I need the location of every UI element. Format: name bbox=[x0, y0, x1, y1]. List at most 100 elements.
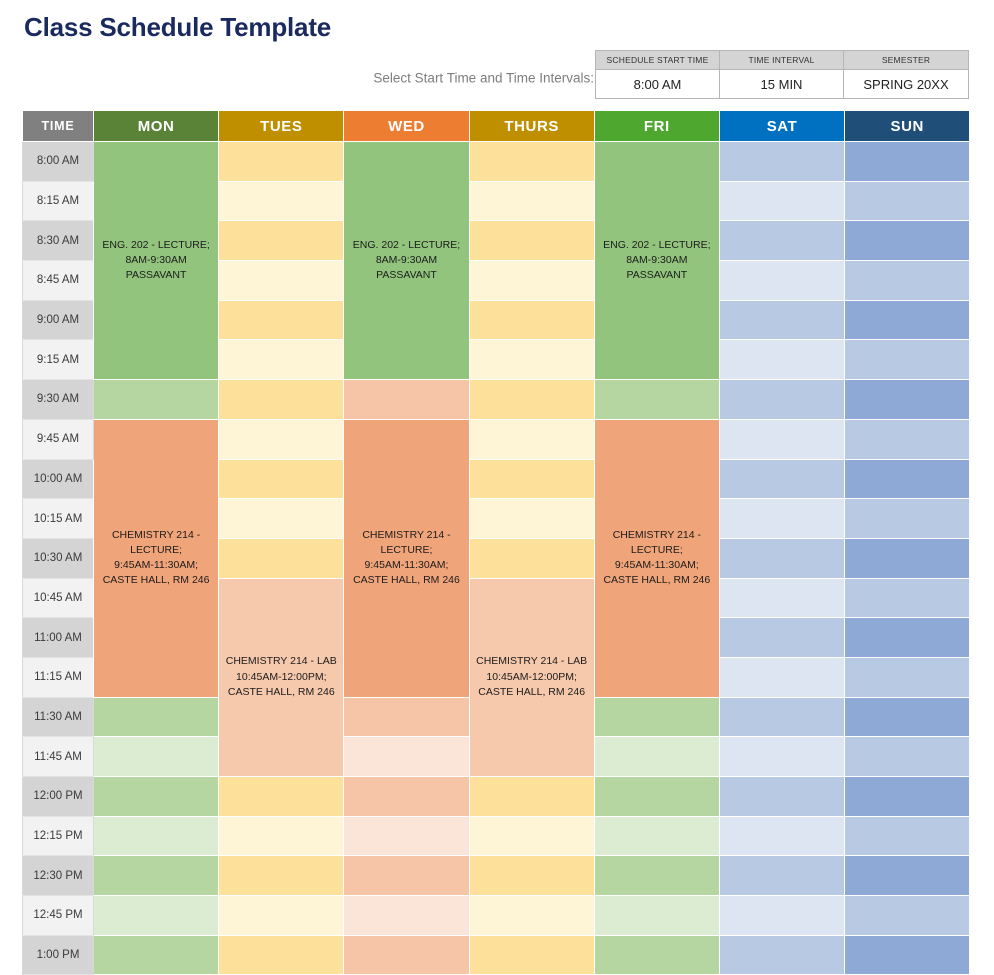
schedule-cell-sun-18[interactable] bbox=[844, 855, 971, 897]
schedule-cell-tues-2[interactable] bbox=[218, 220, 345, 262]
schedule-cell-sun-4[interactable] bbox=[844, 299, 971, 341]
schedule-cell-thurs-20[interactable] bbox=[468, 934, 595, 975]
schedule-cell-wed-16[interactable] bbox=[343, 776, 470, 817]
event-block-chem214-lec-wed[interactable]: CHEMISTRY 214 - LECTURE; 9:45AM-11:30AM;… bbox=[343, 418, 470, 698]
event-block-chem214-lab-tues[interactable]: CHEMISTRY 214 - LAB 10:45AM-12:00PM; CAS… bbox=[218, 577, 345, 778]
event-block-chem214-lab-thurs[interactable]: CHEMISTRY 214 - LAB 10:45AM-12:00PM; CAS… bbox=[468, 577, 595, 778]
schedule-cell-tues-4[interactable] bbox=[218, 299, 345, 341]
schedule-cell-mon-16[interactable] bbox=[92, 776, 220, 817]
schedule-cell-tues-20[interactable] bbox=[218, 934, 345, 975]
schedule-cell-sat-13[interactable] bbox=[718, 656, 846, 698]
schedule-cell-wed-15[interactable] bbox=[343, 736, 470, 777]
schedule-cell-mon-14[interactable] bbox=[92, 696, 220, 738]
schedule-cell-mon-15[interactable] bbox=[92, 736, 220, 777]
schedule-cell-mon-18[interactable] bbox=[92, 855, 220, 897]
schedule-cell-tues-0[interactable] bbox=[218, 141, 345, 182]
schedule-cell-mon-17[interactable] bbox=[92, 815, 220, 857]
schedule-cell-sun-12[interactable] bbox=[844, 617, 971, 658]
schedule-cell-tues-3[interactable] bbox=[218, 260, 345, 301]
schedule-cell-thurs-8[interactable] bbox=[468, 458, 595, 500]
schedule-cell-thurs-17[interactable] bbox=[468, 815, 595, 857]
schedule-cell-tues-6[interactable] bbox=[218, 379, 345, 420]
schedule-cell-sun-20[interactable] bbox=[844, 934, 971, 975]
schedule-cell-wed-18[interactable] bbox=[343, 855, 470, 897]
schedule-cell-thurs-9[interactable] bbox=[468, 498, 595, 539]
schedule-cell-sat-20[interactable] bbox=[718, 934, 846, 975]
schedule-cell-thurs-1[interactable] bbox=[468, 180, 595, 222]
schedule-cell-sun-9[interactable] bbox=[844, 498, 971, 539]
schedule-cell-thurs-16[interactable] bbox=[468, 776, 595, 817]
schedule-cell-sun-6[interactable] bbox=[844, 379, 971, 420]
schedule-cell-sat-11[interactable] bbox=[718, 577, 846, 619]
schedule-cell-tues-8[interactable] bbox=[218, 458, 345, 500]
schedule-cell-sat-7[interactable] bbox=[718, 418, 846, 460]
schedule-cell-sun-7[interactable] bbox=[844, 418, 971, 460]
schedule-cell-sun-17[interactable] bbox=[844, 815, 971, 857]
schedule-cell-sun-5[interactable] bbox=[844, 339, 971, 381]
schedule-cell-wed-6[interactable] bbox=[343, 379, 470, 420]
schedule-cell-sat-19[interactable] bbox=[718, 895, 846, 936]
schedule-cell-sat-5[interactable] bbox=[718, 339, 846, 381]
schedule-cell-sat-3[interactable] bbox=[718, 260, 846, 301]
schedule-cell-thurs-5[interactable] bbox=[468, 339, 595, 381]
schedule-cell-sat-17[interactable] bbox=[718, 815, 846, 857]
schedule-cell-sat-8[interactable] bbox=[718, 458, 846, 500]
schedule-cell-sun-3[interactable] bbox=[844, 260, 971, 301]
schedule-cell-fri-6[interactable] bbox=[593, 379, 720, 420]
schedule-cell-fri-19[interactable] bbox=[593, 895, 720, 936]
schedule-cell-tues-7[interactable] bbox=[218, 418, 345, 460]
schedule-cell-tues-18[interactable] bbox=[218, 855, 345, 897]
schedule-cell-tues-17[interactable] bbox=[218, 815, 345, 857]
schedule-cell-sun-1[interactable] bbox=[844, 180, 971, 222]
schedule-cell-sat-12[interactable] bbox=[718, 617, 846, 658]
schedule-cell-mon-19[interactable] bbox=[92, 895, 220, 936]
schedule-cell-thurs-7[interactable] bbox=[468, 418, 595, 460]
schedule-cell-fri-20[interactable] bbox=[593, 934, 720, 975]
schedule-cell-thurs-2[interactable] bbox=[468, 220, 595, 262]
schedule-cell-tues-10[interactable] bbox=[218, 537, 345, 579]
schedule-cell-tues-9[interactable] bbox=[218, 498, 345, 539]
event-block-eng202-fri[interactable]: ENG. 202 - LECTURE; 8AM-9:30AM PASSAVANT bbox=[593, 140, 720, 381]
schedule-cell-sat-16[interactable] bbox=[718, 776, 846, 817]
schedule-cell-sun-15[interactable] bbox=[844, 736, 971, 777]
schedule-cell-fri-16[interactable] bbox=[593, 776, 720, 817]
schedule-cell-thurs-6[interactable] bbox=[468, 379, 595, 420]
schedule-cell-wed-14[interactable] bbox=[343, 696, 470, 738]
schedule-cell-sat-10[interactable] bbox=[718, 537, 846, 579]
schedule-cell-fri-14[interactable] bbox=[593, 696, 720, 738]
event-block-eng202-mon[interactable]: ENG. 202 - LECTURE; 8AM-9:30AM PASSAVANT bbox=[92, 140, 220, 381]
schedule-cell-sat-14[interactable] bbox=[718, 696, 846, 738]
schedule-cell-sat-4[interactable] bbox=[718, 299, 846, 341]
schedule-cell-thurs-19[interactable] bbox=[468, 895, 595, 936]
schedule-cell-sat-1[interactable] bbox=[718, 180, 846, 222]
schedule-cell-sun-8[interactable] bbox=[844, 458, 971, 500]
schedule-cell-mon-20[interactable] bbox=[92, 934, 220, 975]
schedule-cell-sat-6[interactable] bbox=[718, 379, 846, 420]
schedule-cell-thurs-10[interactable] bbox=[468, 537, 595, 579]
schedule-cell-sun-13[interactable] bbox=[844, 656, 971, 698]
schedule-cell-wed-20[interactable] bbox=[343, 934, 470, 975]
schedule-start-time-input[interactable]: 8:00 AM bbox=[595, 69, 720, 99]
schedule-cell-thurs-18[interactable] bbox=[468, 855, 595, 897]
schedule-cell-sun-2[interactable] bbox=[844, 220, 971, 262]
schedule-cell-sat-18[interactable] bbox=[718, 855, 846, 897]
schedule-cell-tues-1[interactable] bbox=[218, 180, 345, 222]
schedule-cell-sun-10[interactable] bbox=[844, 537, 971, 579]
schedule-cell-sun-16[interactable] bbox=[844, 776, 971, 817]
schedule-cell-sun-14[interactable] bbox=[844, 696, 971, 738]
schedule-cell-sat-15[interactable] bbox=[718, 736, 846, 777]
schedule-cell-thurs-0[interactable] bbox=[468, 141, 595, 182]
schedule-cell-mon-6[interactable] bbox=[92, 379, 220, 420]
schedule-cell-sun-19[interactable] bbox=[844, 895, 971, 936]
schedule-cell-sat-0[interactable] bbox=[718, 141, 846, 182]
schedule-cell-sun-0[interactable] bbox=[844, 141, 971, 182]
event-block-eng202-wed[interactable]: ENG. 202 - LECTURE; 8AM-9:30AM PASSAVANT bbox=[343, 140, 470, 381]
schedule-cell-tues-16[interactable] bbox=[218, 776, 345, 817]
schedule-cell-tues-19[interactable] bbox=[218, 895, 345, 936]
time-interval-input[interactable]: 15 MIN bbox=[719, 69, 844, 99]
schedule-cell-sat-9[interactable] bbox=[718, 498, 846, 539]
schedule-cell-wed-19[interactable] bbox=[343, 895, 470, 936]
event-block-chem214-lec-fri[interactable]: CHEMISTRY 214 - LECTURE; 9:45AM-11:30AM;… bbox=[593, 418, 720, 698]
schedule-cell-tues-5[interactable] bbox=[218, 339, 345, 381]
schedule-cell-fri-15[interactable] bbox=[593, 736, 720, 777]
